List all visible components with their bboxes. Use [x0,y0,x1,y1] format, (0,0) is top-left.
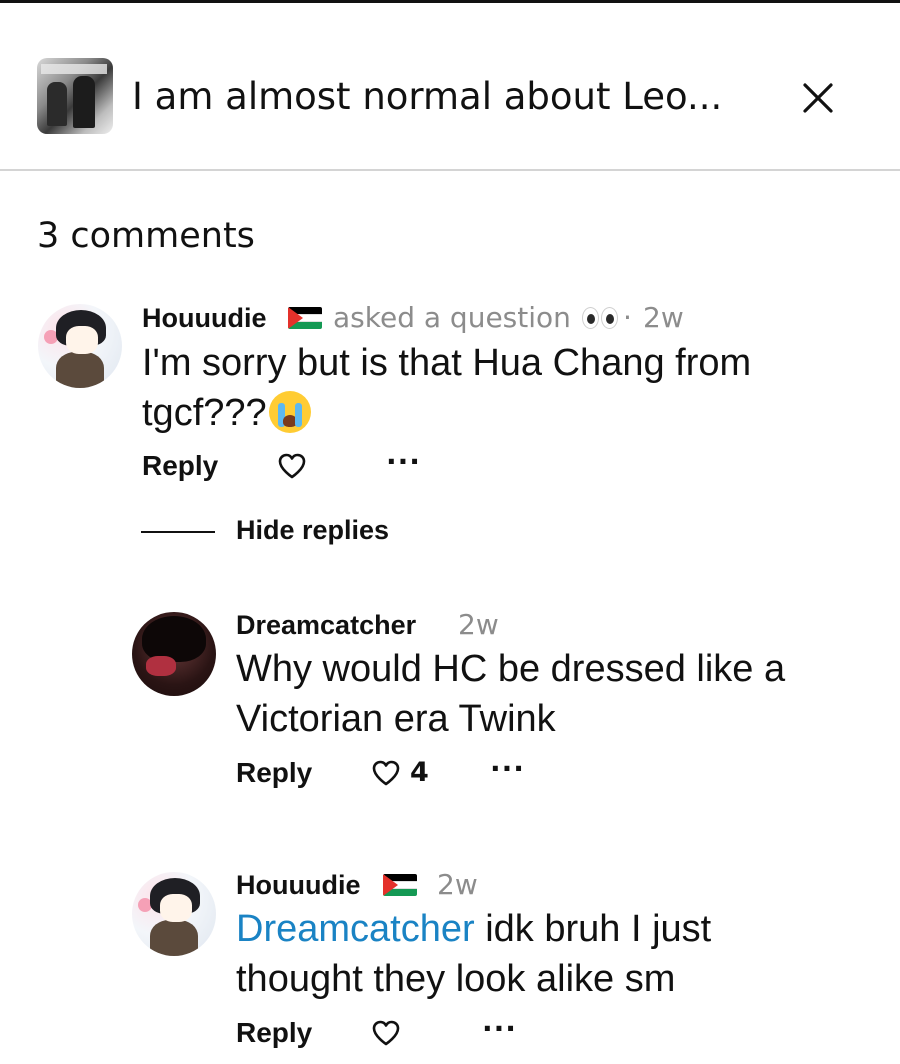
hide-replies-button[interactable]: Hide replies [236,512,389,548]
heart-icon[interactable] [371,759,401,787]
comment-time: 2w [643,301,684,334]
avatar-detail [150,920,198,956]
comment-text: I'm sorry but is that Hua Chang from tgc… [142,338,862,438]
avatar[interactable] [38,304,122,388]
heart-icon[interactable] [371,1019,401,1047]
meta-separator: · [623,301,632,334]
comment-action: asked a question [333,301,571,334]
avatar-detail [56,352,104,388]
reply-button[interactable]: Reply [142,448,218,484]
comments-count: 3 comments [37,216,255,256]
replies-divider-line [141,531,215,533]
reply-text-line: Dreamcatcher idk bruh I just [236,904,711,954]
reply-username[interactable]: Houuudie [236,867,360,903]
avatar[interactable] [132,612,216,696]
comment-text-content: I'm sorry but is that Hua Chang from tgc… [142,342,752,434]
reply-text-line: Victorian era Twink [236,698,556,740]
comments-header: I am almost normal about Leo... [0,58,900,136]
palestine-flag-icon [288,307,322,329]
reply-button[interactable]: Reply [236,755,312,791]
eyes-emoji-icon [581,305,621,331]
reply-text-line: thought they look alike sm [236,958,676,1000]
close-icon [803,83,833,113]
thumbnail-detail [73,76,95,128]
pin-title[interactable]: I am almost normal about Leo... [132,72,722,122]
more-options-button[interactable]: ··· [386,448,421,476]
avatar[interactable] [132,872,216,956]
reply-text-line: Why would HC be dressed like a [236,648,786,690]
more-options-button[interactable]: ··· [490,755,525,783]
like-count: 4 [410,757,429,788]
reply-time: 2w [458,608,499,641]
mention-link[interactable]: Dreamcatcher [236,908,475,950]
avatar-detail [160,894,192,922]
top-edge-line [0,0,900,3]
thumbnail-detail [47,82,67,126]
thumbnail-detail [41,64,107,74]
heart-icon[interactable] [277,452,307,480]
avatar-detail [146,656,176,676]
reply-time: 2w [437,868,478,901]
close-button[interactable] [796,76,840,120]
reply-username[interactable]: Dreamcatcher [236,607,416,643]
header-divider [0,169,900,171]
reply-text-content: idk bruh I just [485,908,712,950]
pin-thumbnail[interactable] [37,58,113,134]
crying-emoji-icon [268,391,311,433]
more-options-button[interactable]: ··· [482,1015,517,1043]
avatar-detail [66,326,98,354]
palestine-flag-icon [383,874,417,896]
comment-username[interactable]: Houuudie [142,300,266,336]
reply-button[interactable]: Reply [236,1015,312,1051]
avatar-detail [142,616,206,662]
